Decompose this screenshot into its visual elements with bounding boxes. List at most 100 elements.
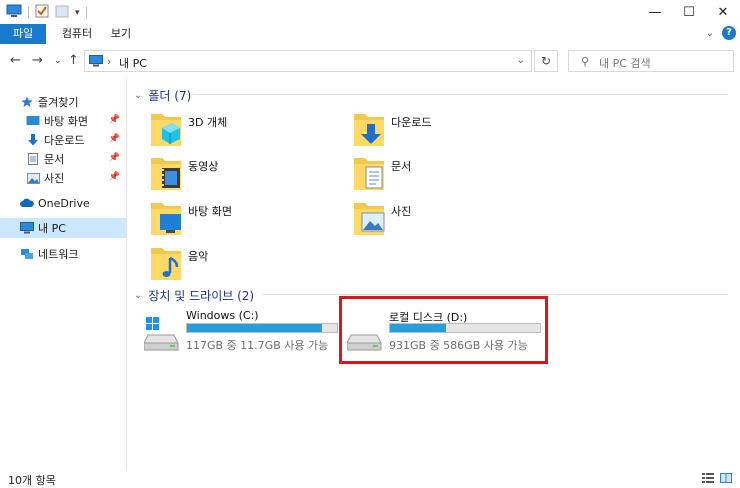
tab-file[interactable]: 파일	[0, 24, 46, 44]
breadcrumb-separator-icon[interactable]: ›	[107, 55, 111, 68]
pictures-folder-icon	[353, 199, 385, 237]
documents-folder-icon	[353, 154, 385, 192]
quick-access-toolbar: ▾	[6, 4, 87, 21]
folder-desktop[interactable]: 바탕 화면	[150, 199, 330, 239]
up-icon[interactable]: ↑	[68, 53, 79, 68]
breadcrumb[interactable]: 내 PC	[119, 55, 147, 71]
drive-usage-bar	[186, 323, 338, 333]
music-folder-icon	[150, 244, 182, 282]
search-input[interactable]: ⚲ 내 PC 검색	[568, 50, 734, 72]
toolbar-separator	[85, 6, 87, 19]
desktop-icon	[26, 114, 40, 128]
sidebar-item-label: OneDrive	[38, 196, 90, 210]
sidebar-item-onedrive[interactable]: OneDrive	[0, 193, 126, 213]
expand-ribbon-icon[interactable]: ⌄	[706, 28, 714, 39]
folder-music[interactable]: 음악	[150, 244, 330, 284]
toolbar-separator	[28, 6, 29, 19]
folder-3d-objects[interactable]: 3D 개체	[150, 110, 330, 150]
close-button[interactable]: ✕	[706, 0, 740, 24]
sidebar-item-desktop[interactable]: 바탕 화면 📌	[0, 111, 126, 131]
address-bar[interactable]: › 내 PC ⌄	[84, 50, 532, 72]
item-count: 10개 항목	[8, 474, 56, 487]
drive-c[interactable]: Windows (C:) 117GB 중 11.7GB 사용 가능	[143, 309, 344, 353]
folder-name: 바탕 화면	[188, 205, 232, 218]
drives-group-header[interactable]: ⌄ 장치 및 드라이브 (2)	[134, 287, 254, 304]
drive-name: Windows (C:)	[186, 309, 259, 322]
pictures-icon	[26, 171, 40, 185]
pin-icon[interactable]: 📌	[109, 134, 120, 144]
navigation-bar: ← → ⌄ ↑ › 내 PC ⌄ ↻ ⚲ 내 PC 검색	[0, 44, 740, 78]
tab-view[interactable]: 보기	[104, 24, 138, 44]
videos-folder-icon	[150, 154, 182, 192]
sidebar-item-label: 바탕 화면	[44, 115, 88, 128]
folder-pictures[interactable]: 사진	[353, 199, 533, 239]
sidebar-item-this-pc[interactable]: 내 PC	[0, 218, 126, 238]
pin-icon[interactable]: 📌	[109, 115, 120, 125]
maximize-button[interactable]: ☐	[672, 0, 706, 24]
sidebar-item-quick-access[interactable]: 즐겨찾기	[0, 92, 126, 112]
refresh-icon: ↻	[540, 54, 552, 68]
pc-icon	[89, 55, 103, 70]
status-bar: 10개 항목	[0, 470, 740, 488]
folders-group-title: 폴더 (7)	[148, 89, 192, 103]
customize-toolbar-icon[interactable]: ▾	[75, 8, 80, 18]
highlight-box	[339, 296, 548, 364]
downloads-folder-icon	[353, 110, 385, 148]
folder-name: 문서	[391, 160, 412, 173]
ribbon-tabs: 파일 컴퓨터 보기 ⌄ ?	[0, 24, 740, 44]
search-icon: ⚲	[581, 55, 590, 68]
forward-icon[interactable]: →	[32, 53, 43, 68]
sidebar-item-pictures[interactable]: 사진 📌	[0, 168, 126, 188]
address-history-icon[interactable]: ⌄	[517, 55, 525, 66]
folders-group-header[interactable]: ⌄ 폴더 (7)	[134, 87, 191, 104]
sidebar-item-label: 즐겨찾기	[38, 96, 79, 109]
ribbon-right: ⌄ ?	[706, 26, 736, 40]
collapse-chevron-icon[interactable]: ⌄	[134, 290, 142, 301]
folder-videos[interactable]: 동영상	[150, 154, 330, 194]
windows-drive-icon	[143, 317, 180, 353]
folder-downloads[interactable]: 다운로드	[353, 110, 533, 150]
navigation-pane: 즐겨찾기 바탕 화면 📌 다운로드 📌 문서 📌 사진 📌 OneDrive 내…	[0, 78, 127, 470]
sidebar-item-downloads[interactable]: 다운로드 📌	[0, 130, 126, 150]
tab-computer[interactable]: 컴퓨터	[52, 24, 102, 44]
pc-icon	[20, 221, 34, 235]
collapse-chevron-icon[interactable]: ⌄	[134, 90, 142, 101]
minimize-button[interactable]: —	[638, 0, 672, 24]
folder-name: 사진	[391, 205, 412, 218]
pin-icon[interactable]: 📌	[109, 172, 120, 182]
cloud-icon	[20, 196, 34, 210]
sidebar-item-documents[interactable]: 문서 📌	[0, 149, 126, 169]
sidebar-item-label: 내 PC	[38, 222, 66, 235]
3d-objects-folder-icon	[150, 110, 182, 148]
drive-usage-fill	[187, 324, 322, 332]
pin-icon[interactable]: 📌	[109, 153, 120, 163]
refresh-button[interactable]: ↻	[534, 50, 558, 72]
group-divider	[262, 294, 728, 295]
network-icon	[20, 247, 34, 261]
sidebar-item-network[interactable]: 네트워크	[0, 244, 126, 264]
view-switcher	[702, 473, 732, 486]
document-icon	[26, 152, 40, 166]
group-divider	[194, 94, 728, 95]
folder-name: 음악	[188, 250, 209, 263]
folder-name: 다운로드	[391, 116, 432, 129]
folder-documents[interactable]: 문서	[353, 154, 533, 194]
large-icons-view-icon[interactable]	[720, 473, 732, 486]
window-controls: — ☐ ✕	[638, 0, 740, 24]
sidebar-item-label: 다운로드	[44, 134, 85, 147]
sidebar-item-label: 문서	[44, 153, 65, 166]
folder-name: 동영상	[188, 160, 219, 173]
recent-locations-icon[interactable]: ⌄	[54, 56, 62, 66]
properties-icon[interactable]	[35, 4, 49, 21]
download-icon	[26, 133, 40, 147]
help-icon[interactable]: ?	[722, 26, 736, 40]
new-folder-icon[interactable]	[55, 4, 69, 21]
sidebar-item-label: 네트워크	[38, 248, 79, 261]
search-placeholder: 내 PC 검색	[599, 57, 651, 70]
title-bar: ▾ — ☐ ✕	[0, 0, 740, 24]
drives-group-title: 장치 및 드라이브 (2)	[148, 289, 255, 303]
sidebar-item-label: 사진	[44, 172, 65, 185]
details-view-icon[interactable]	[702, 473, 714, 486]
desktop-folder-icon	[150, 199, 182, 237]
back-icon[interactable]: ←	[10, 53, 21, 68]
